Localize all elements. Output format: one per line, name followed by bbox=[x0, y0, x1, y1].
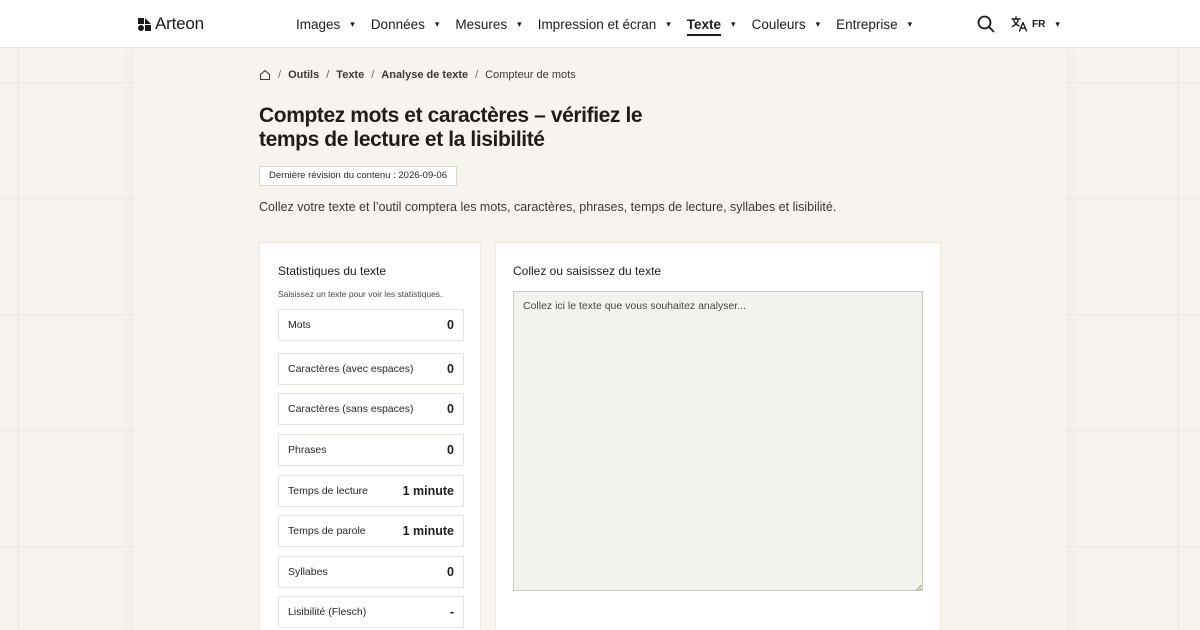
search-button[interactable] bbox=[977, 15, 995, 33]
chevron-down-icon: ▾ bbox=[350, 18, 355, 29]
breadcrumb-current: Compteur de mots bbox=[485, 69, 576, 81]
stat-label: Caractères (sans espaces) bbox=[288, 403, 414, 415]
stats-card: Statistiques du texte Saisissez un texte… bbox=[259, 242, 481, 630]
nav-label: Mesures bbox=[455, 16, 508, 32]
stat-row-syllabes: Syllabes 0 bbox=[278, 556, 464, 588]
breadcrumb-separator: / bbox=[475, 69, 479, 81]
chevron-down-icon: ▾ bbox=[815, 18, 821, 29]
breadcrumb-outils[interactable]: Outils bbox=[288, 69, 319, 81]
chevron-down-icon: ▾ bbox=[907, 18, 913, 29]
home-icon[interactable] bbox=[259, 69, 271, 81]
translate-icon bbox=[1011, 16, 1028, 32]
editor-card: Collez ou saisissez du texte bbox=[495, 242, 941, 630]
text-input[interactable] bbox=[513, 291, 923, 591]
nav-item-entreprise[interactable]: Entreprise ▾ bbox=[836, 0, 912, 48]
nav-item-couleurs[interactable]: Couleurs ▾ bbox=[752, 0, 821, 48]
breadcrumb-separator: / bbox=[371, 69, 375, 81]
resize-handle-icon[interactable] bbox=[915, 584, 922, 591]
nav-item-mesures[interactable]: Mesures ▾ bbox=[455, 0, 521, 48]
nav-item-donnees[interactable]: Données ▾ bbox=[371, 0, 440, 48]
stat-label: Mots bbox=[288, 319, 311, 331]
stat-label: Lisibilité (Flesch) bbox=[288, 606, 367, 618]
stat-row-mots: Mots 0 bbox=[278, 309, 464, 341]
logo-icon bbox=[138, 17, 151, 31]
stat-value: 0 bbox=[447, 443, 454, 457]
stat-row-caracteres-avec-espaces: Caractères (avec espaces) 0 bbox=[278, 353, 464, 385]
page-intro: Collez votre texte et l’outil comptera l… bbox=[259, 200, 837, 214]
stat-label: Temps de lecture bbox=[288, 485, 368, 497]
site-header: Arteon Images ▾ Données ▾ Mesures ▾ Impr… bbox=[0, 0, 1200, 48]
page-title: Comptez mots et caractères – vérifiez le… bbox=[259, 104, 643, 151]
nav-label: Impression et écran bbox=[537, 16, 657, 32]
breadcrumb-separator: / bbox=[278, 69, 282, 81]
stat-row-phrases: Phrases 0 bbox=[278, 434, 464, 466]
stat-value: 1 minute bbox=[402, 524, 454, 538]
language-selector[interactable]: FR ▾ bbox=[1011, 16, 1060, 32]
stat-row-temps-de-parole: Temps de parole 1 minute bbox=[278, 515, 464, 547]
brand-name: Arteon bbox=[155, 14, 204, 33]
stat-label: Phrases bbox=[288, 444, 327, 456]
nav-label: Images bbox=[296, 16, 341, 32]
main-nav: Images ▾ Données ▾ Mesures ▾ Impression … bbox=[296, 0, 928, 48]
search-icon bbox=[977, 15, 995, 33]
stats-hint: Saisissez un texte pour voir les statist… bbox=[278, 289, 443, 299]
revision-badge: Dernière révision du contenu : 2026-09-0… bbox=[259, 166, 457, 186]
stat-value: 0 bbox=[447, 565, 454, 579]
nav-label: Couleurs bbox=[751, 16, 806, 32]
stat-row-lisibilite: Lisibilité (Flesch) - bbox=[278, 596, 464, 628]
nav-item-texte[interactable]: Texte ▾ bbox=[686, 0, 736, 48]
brand-logo[interactable]: Arteon bbox=[137, 14, 204, 34]
editor-title: Collez ou saisissez du texte bbox=[513, 264, 662, 278]
nav-label: Données bbox=[370, 16, 425, 32]
stat-label: Temps de parole bbox=[288, 525, 366, 537]
breadcrumb-texte[interactable]: Texte bbox=[336, 69, 364, 81]
stat-value: 0 bbox=[447, 402, 454, 416]
stat-value: - bbox=[449, 605, 454, 619]
stat-row-caracteres-sans-espaces: Caractères (sans espaces) 0 bbox=[278, 393, 464, 425]
stat-value: 0 bbox=[447, 362, 454, 376]
language-code: FR bbox=[1032, 18, 1046, 30]
nav-label: Texte bbox=[686, 16, 722, 36]
nav-label: Entreprise bbox=[836, 16, 898, 32]
chevron-down-icon: ▾ bbox=[666, 18, 671, 29]
stat-row-temps-de-lecture: Temps de lecture 1 minute bbox=[278, 475, 464, 507]
breadcrumb: / Outils / Texte / Analyse de texte / Co… bbox=[259, 69, 576, 81]
nav-item-images[interactable]: Images ▾ bbox=[296, 0, 355, 48]
stats-title: Statistiques du texte bbox=[278, 264, 387, 278]
stat-label: Syllabes bbox=[288, 566, 328, 578]
stat-value: 0 bbox=[447, 318, 454, 332]
stat-value: 1 minute bbox=[402, 484, 454, 498]
stat-label: Caractères (avec espaces) bbox=[288, 363, 414, 375]
breadcrumb-separator: / bbox=[326, 69, 330, 81]
chevron-down-icon: ▾ bbox=[517, 18, 522, 29]
chevron-down-icon: ▾ bbox=[434, 18, 440, 29]
chevron-down-icon: ▾ bbox=[731, 18, 736, 29]
chevron-down-icon: ▾ bbox=[1055, 18, 1060, 29]
breadcrumb-analyse-de-texte[interactable]: Analyse de texte bbox=[381, 69, 468, 81]
nav-item-impression[interactable]: Impression et écran ▾ bbox=[538, 0, 671, 48]
